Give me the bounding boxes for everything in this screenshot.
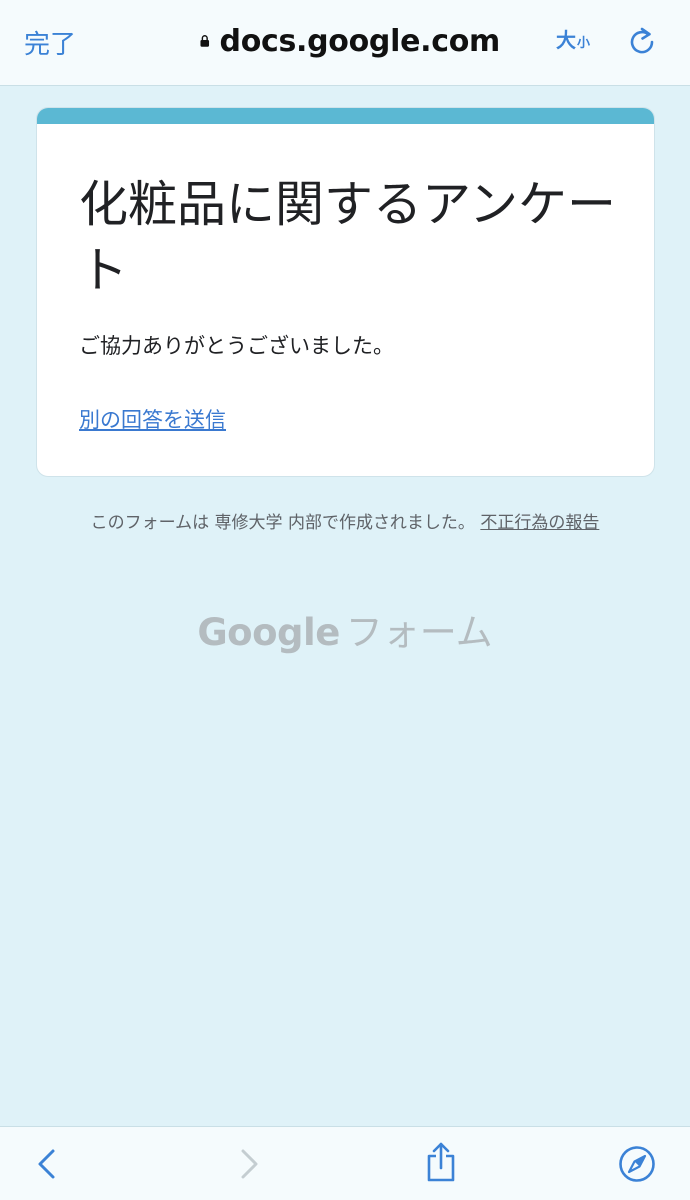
form-card: 化粧品に関するアンケート ご協力ありがとうございました。 別の回答を送信 — [36, 107, 655, 477]
lock-icon — [200, 35, 210, 47]
card-accent-bar — [37, 108, 654, 124]
forms-wordmark: フォーム — [345, 611, 493, 654]
safari-compass-icon[interactable] — [618, 1145, 656, 1183]
forward-icon — [241, 1149, 258, 1179]
google-forms-logo[interactable]: Google フォーム — [0, 602, 690, 656]
footer-note: このフォームは 専修大学 内部で作成されました。 不正行為の報告 — [40, 508, 650, 539]
address-bar[interactable]: docs.google.com — [200, 18, 500, 64]
footer-note-text: このフォームは 専修大学 内部で作成されました。 — [90, 513, 475, 533]
text-size-button[interactable]: 大 小 — [556, 30, 590, 50]
text-size-large-label: 大 — [556, 28, 576, 52]
browser-top-bar: 完了 docs.google.com 大 小 — [0, 0, 690, 86]
back-icon[interactable] — [32, 1147, 64, 1181]
done-button[interactable]: 完了 — [24, 24, 76, 61]
share-icon[interactable] — [424, 1141, 458, 1183]
url-text: docs.google.com — [219, 23, 501, 59]
browser-bottom-toolbar — [0, 1126, 690, 1200]
form-title: 化粧品に関するアンケート — [79, 176, 617, 299]
report-abuse-link[interactable]: 不正行為の報告 — [480, 513, 599, 533]
google-wordmark: Google — [197, 611, 340, 654]
text-size-small-label: 小 — [577, 36, 591, 51]
confirmation-message: ご協力ありがとうございました。 — [79, 334, 394, 358]
submit-another-response-link[interactable]: 別の回答を送信 — [79, 404, 226, 434]
reload-icon[interactable] — [626, 26, 658, 58]
